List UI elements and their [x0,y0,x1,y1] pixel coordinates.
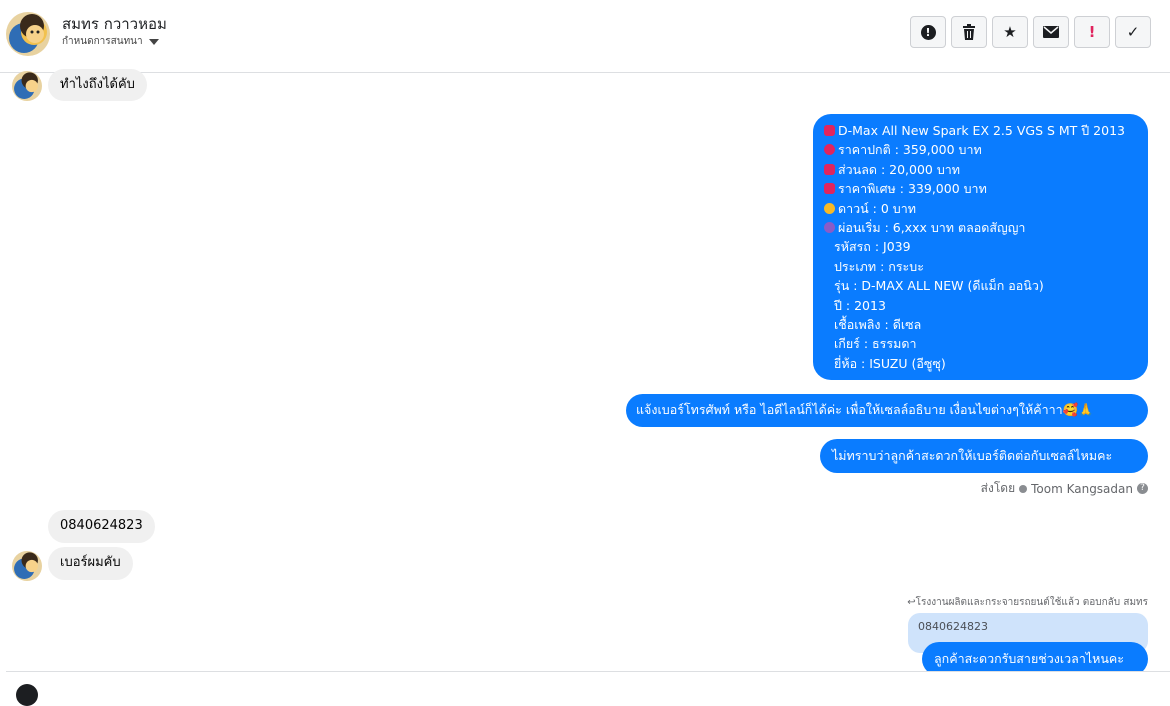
email-button[interactable] [1033,16,1069,48]
incoming-message: 0840624823 [48,510,155,543]
sent-by-label: ส่งโดย Toom Kangsadan ? [981,479,1148,498]
car-icon [824,125,835,136]
message-line: ราคาพิเศษ : 339,000 บาท [824,179,1138,198]
spam-button[interactable]: ! [1074,16,1110,48]
message-line: ยี่ห้อ : ISUZU (อีซูซุ) [834,355,946,371]
alert-button[interactable]: ! [910,16,946,48]
delete-button[interactable] [951,16,987,48]
sender-name[interactable]: Toom Kangsadan [1031,482,1133,496]
done-button[interactable]: ✓ [1115,16,1151,48]
message-line: ประเภท : กระบะ [834,258,924,274]
assign-conversation-dropdown[interactable]: กำหนดการสนทนา [62,34,159,49]
pin-icon [824,144,835,156]
sent-by-prefix: ส่งโดย [980,481,1016,495]
incoming-message: ทำไงถึงได้คับ [48,69,147,101]
verified-icon [1019,484,1028,493]
circle-emoji-icon [824,222,835,234]
message-line: ดาวน์ : 0 บาท [824,199,1138,218]
caret-down-icon [148,38,159,45]
assign-label: กำหนดการสนทนา [62,36,143,47]
message-line: D-Max All New Spark EX 2.5 VGS S MT ปี 2… [824,121,1138,140]
message-line: รุ่น : D-MAX ALL NEW (ดีแม็ก ออนิว) [834,278,1044,294]
message-line: เชื้อเพลิง : ดีเซล [834,317,922,333]
message-line: ผ่อนเริ่ม : 6,xxx บาท ตลอดสัญญา [824,218,1138,237]
star-button[interactable]: ★ [992,16,1028,48]
composer-avatar [16,684,38,706]
message-line: รหัสรถ : J039 [834,239,911,255]
exclamation-icon: ! [1088,23,1096,41]
car-icon [824,163,835,175]
message-line: เกียร์ : ธรรมดา [834,336,917,352]
message-line: ราคาปกติ : 359,000 บาท [824,140,1138,159]
contact-name: สมทร กวาวหอม [62,15,167,33]
conversation-header: สมทร กวาวหอม กำหนดการสนทนา ! ★ ! ✓ [0,0,1170,73]
envelope-icon [1043,26,1059,38]
check-icon: ✓ [1126,23,1140,41]
message-line: ส่วนลด : 20,000 บาท [824,160,1138,179]
alert-circle-icon: ! [920,24,936,40]
message-line: ปี : 2013 [834,297,886,313]
help-icon[interactable]: ? [1137,483,1148,494]
trash-icon [963,24,975,40]
star-icon: ★ [1003,23,1017,41]
reply-note: ↩โรงงานผลิตและกระจายรถยนต์ใช้แล้ว ตอบกลั… [907,597,1148,608]
contact-avatar[interactable] [6,12,50,56]
reply-icon: ↩ [907,597,916,608]
message-composer[interactable] [6,671,1170,706]
contact-avatar-small[interactable] [12,71,42,101]
star-emoji-icon [824,202,835,214]
outgoing-message-car-details: D-Max All New Spark EX 2.5 VGS S MT ปี 2… [813,114,1148,380]
toolbar: ! ★ ! ✓ [910,16,1151,48]
outgoing-message: แจ้งเบอร์โทรศัพท์ หรือ ไอดีไลน์ก็ได้ค่ะ … [626,394,1148,427]
contact-avatar-small[interactable] [12,551,42,581]
incoming-message: เบอร์ผมคับ [48,547,133,580]
car-icon [824,183,835,195]
outgoing-message: ไม่ทราบว่าลูกค้าสะดวกให้เบอร์ติดต่อกับเซ… [820,439,1148,473]
